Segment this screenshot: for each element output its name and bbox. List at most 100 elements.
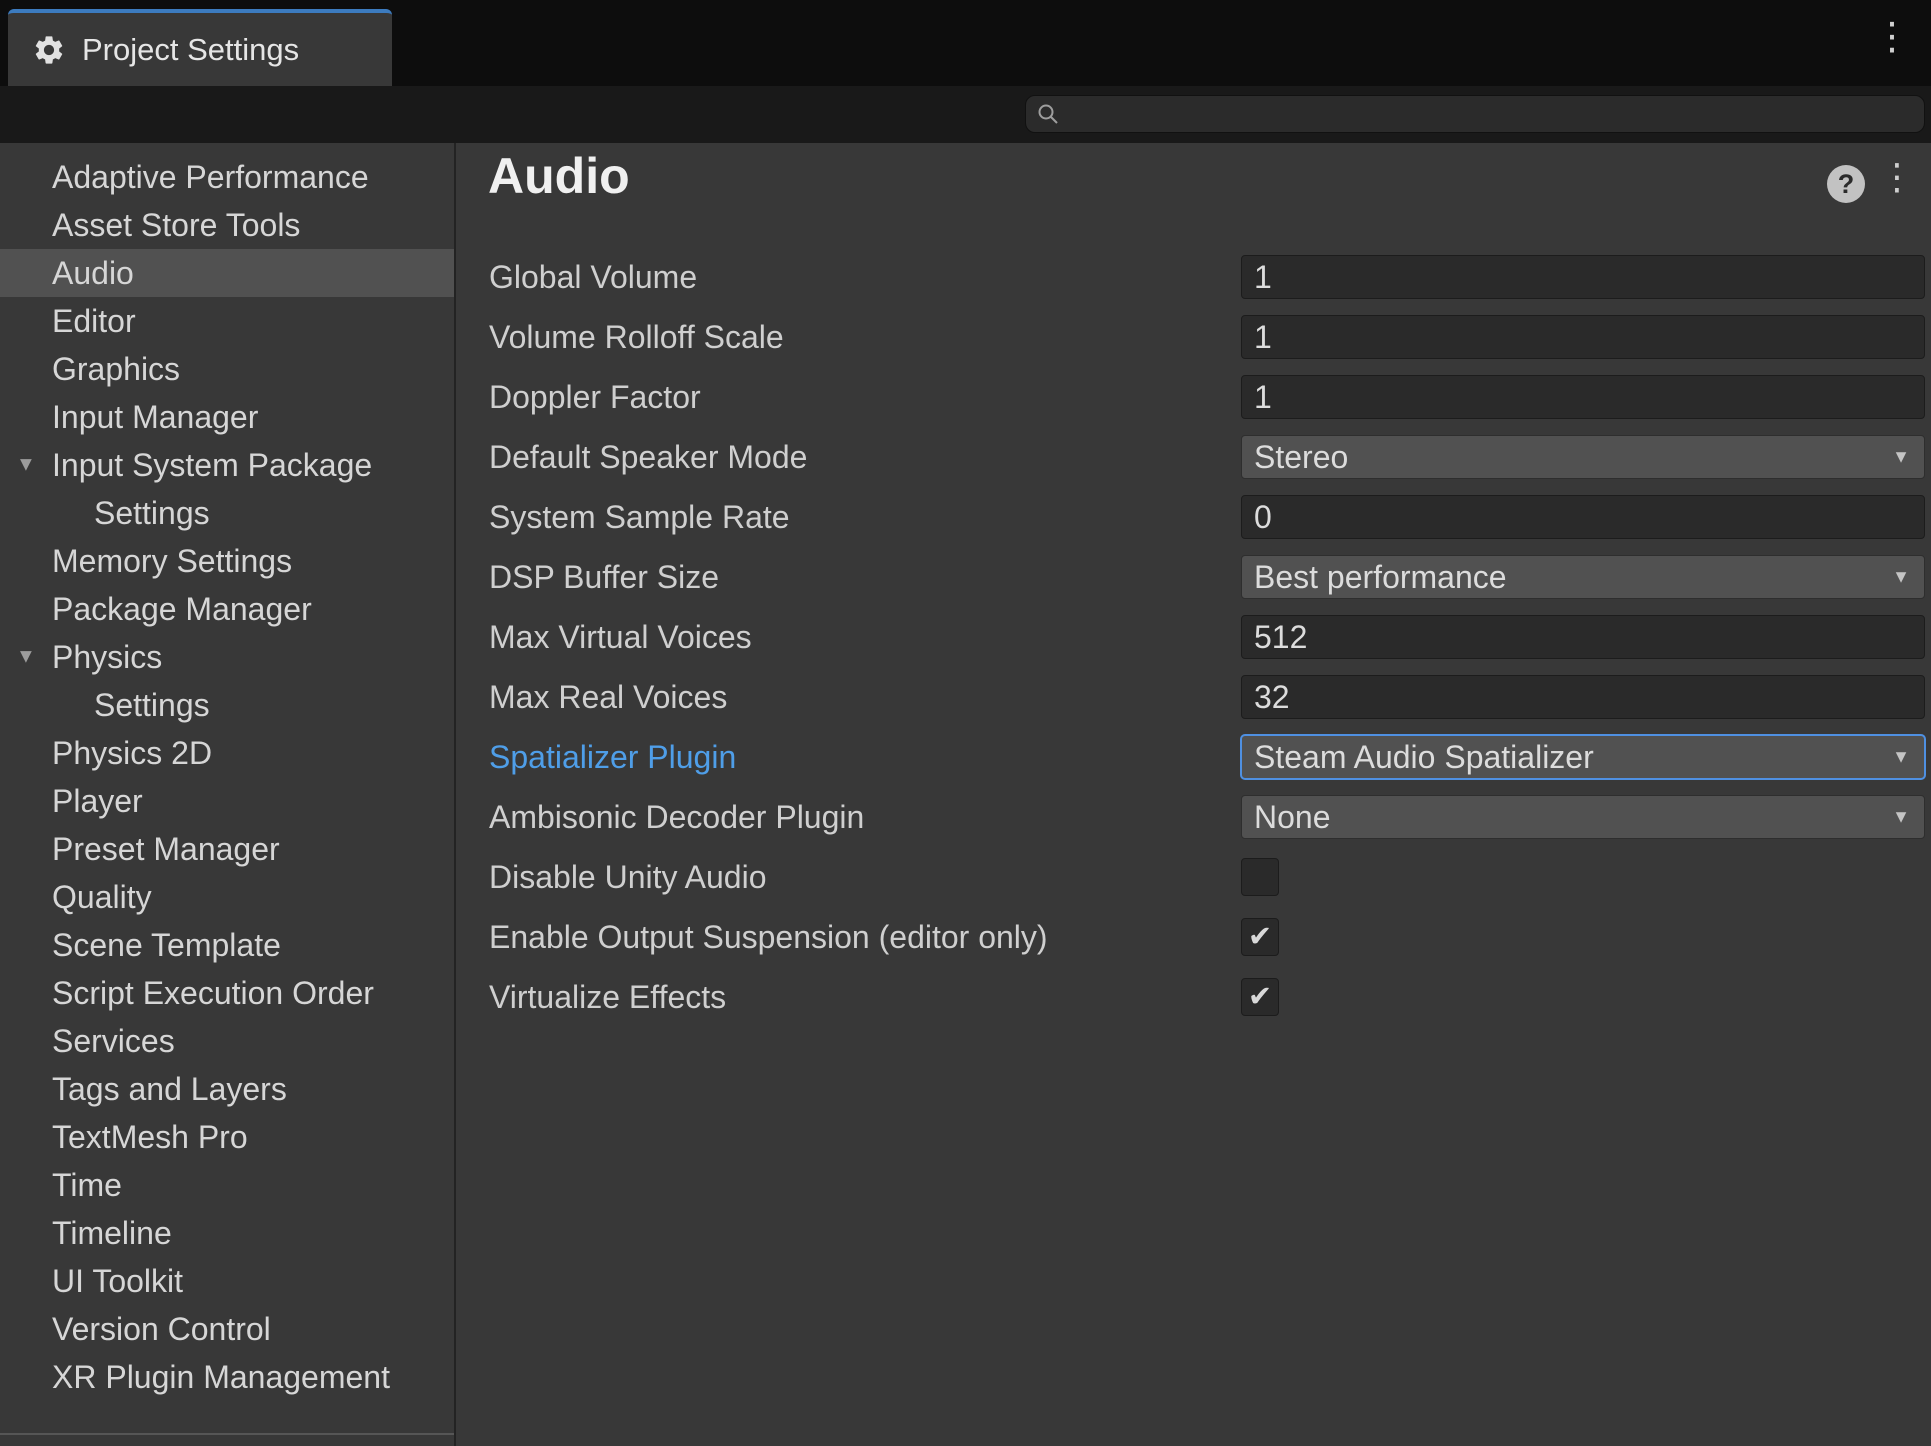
sidebar-item-package-manager[interactable]: Package Manager [0, 585, 454, 633]
sidebar-item-label: Tags and Layers [52, 1071, 287, 1108]
foldout-triangle-icon[interactable]: ▼ [16, 646, 36, 669]
sidebar-item-xr-plugin-management[interactable]: XR Plugin Management [0, 1353, 454, 1401]
sidebar-item-settings[interactable]: Settings [0, 489, 454, 537]
setting-label: Max Virtual Voices [489, 619, 1241, 656]
settings-sidebar: Adaptive Performance Asset Store Tools Aud… [0, 143, 456, 1446]
settings-row-system-sample-rate: System Sample Rate0 [489, 487, 1925, 547]
sidebar-item-label: Audio [52, 255, 134, 292]
sidebar-item-preset-manager[interactable]: Preset Manager [0, 825, 454, 873]
setting-label: Max Real Voices [489, 679, 1241, 716]
settings-form: Global Volume1Volume Rolloff Scale1Doppl… [489, 247, 1925, 1027]
sidebar-item-label: Input Manager [52, 399, 258, 436]
sidebar-item-label: Asset Store Tools [52, 207, 300, 244]
sidebar-bottom-divider [0, 1433, 454, 1435]
chevron-down-icon: ▼ [1892, 567, 1910, 588]
setting-dropdown-dsp-buffer-size[interactable]: Best performance ▼ [1241, 555, 1925, 599]
setting-input-max-virtual-voices[interactable]: 512 [1241, 615, 1925, 659]
sidebar-item-audio[interactable]: Audio [0, 249, 454, 297]
dropdown-value: Stereo [1254, 439, 1348, 476]
settings-row-doppler-factor: Doppler Factor1 [489, 367, 1925, 427]
sidebar-item-settings[interactable]: Settings [0, 681, 454, 729]
setting-dropdown-spatializer-plugin[interactable]: Steam Audio Spatializer▼ [1241, 735, 1925, 779]
setting-input-global-volume[interactable]: 1 [1241, 255, 1925, 299]
sidebar-item-services[interactable]: Services [0, 1017, 454, 1065]
setting-checkbox-virtualize-effects[interactable]: ✔ [1241, 978, 1279, 1016]
sidebar-list: Adaptive Performance Asset Store Tools Aud… [0, 143, 454, 1401]
tab-project-settings[interactable]: Project Settings [8, 9, 392, 86]
settings-row-disable-unity-audio: Disable Unity Audio [489, 847, 1925, 907]
sidebar-item-label: Physics [52, 639, 162, 676]
search-toolbar [0, 86, 1931, 143]
settings-row-spatializer-plugin: Spatializer PluginSteam Audio Spatialize… [489, 727, 1925, 787]
sidebar-item-label: Script Execution Order [52, 975, 374, 1012]
setting-dropdown-ambisonic-decoder-plugin[interactable]: None ▼ [1241, 795, 1925, 839]
sidebar-item-timeline[interactable]: Timeline [0, 1209, 454, 1257]
checkmark-icon: ✔ [1248, 923, 1272, 952]
sidebar-item-label: Preset Manager [52, 831, 280, 868]
dropdown-value: None [1254, 799, 1331, 836]
sidebar-item-scene-template[interactable]: Scene Template [0, 921, 454, 969]
sidebar-item-ui-toolkit[interactable]: UI Toolkit [0, 1257, 454, 1305]
sidebar-item-textmesh-pro[interactable]: TextMesh Pro [0, 1113, 454, 1161]
sidebar-item-time[interactable]: Time [0, 1161, 454, 1209]
input-value: 32 [1254, 679, 1290, 716]
setting-input-max-real-voices[interactable]: 32 [1241, 675, 1925, 719]
content-area: Adaptive Performance Asset Store Tools Aud… [0, 143, 1931, 1446]
input-value: 1 [1254, 379, 1272, 416]
sidebar-item-label: Settings [94, 687, 210, 724]
settings-row-max-real-voices: Max Real Voices 32 [489, 667, 1925, 727]
sidebar-item-physics[interactable]: ▼ Physics [0, 633, 454, 681]
audio-settings-panel: Audio ? ⋮ Global Volume1Volume Rolloff S… [458, 143, 1931, 1446]
setting-checkbox-disable-unity-audio[interactable] [1241, 858, 1279, 896]
setting-checkbox-enable-output-suspension-editor-only[interactable]: ✔ [1241, 918, 1279, 956]
sidebar-item-memory-settings[interactable]: Memory Settings [0, 537, 454, 585]
panel-menu-icon[interactable]: ⋮ [1879, 159, 1915, 195]
sidebar-item-input-manager[interactable]: Input Manager [0, 393, 454, 441]
window-menu-icon[interactable]: ⋮ [1873, 18, 1911, 56]
sidebar-item-adaptive-performance[interactable]: Adaptive Performance [0, 153, 454, 201]
checkmark-icon: ✔ [1248, 983, 1272, 1012]
sidebar-item-quality[interactable]: Quality [0, 873, 454, 921]
settings-row-enable-output-suspension-editor-only: Enable Output Suspension (editor only)✔ [489, 907, 1925, 967]
sidebar-item-player[interactable]: Player [0, 777, 454, 825]
sidebar-item-version-control[interactable]: Version Control [0, 1305, 454, 1353]
setting-input-system-sample-rate[interactable]: 0 [1241, 495, 1925, 539]
sidebar-item-label: Adaptive Performance [52, 159, 369, 196]
sidebar-item-script-execution-order[interactable]: Script Execution Order [0, 969, 454, 1017]
sidebar-item-physics-2d[interactable]: Physics 2D [0, 729, 454, 777]
sidebar-item-editor[interactable]: Editor [0, 297, 454, 345]
setting-input-volume-rolloff-scale[interactable]: 1 [1241, 315, 1925, 359]
sidebar-item-tags-and-layers[interactable]: Tags and Layers [0, 1065, 454, 1113]
setting-label: Volume Rolloff Scale [489, 319, 1241, 356]
dropdown-value: Best performance [1254, 559, 1507, 596]
chevron-down-icon: ▼ [1892, 747, 1910, 768]
gear-icon [32, 33, 66, 67]
sidebar-item-label: Input System Package [52, 447, 372, 484]
sidebar-item-input-system-package[interactable]: ▼ Input System Package [0, 441, 454, 489]
settings-row-volume-rolloff-scale: Volume Rolloff Scale 1 [489, 307, 1925, 367]
settings-row-default-speaker-mode: Default Speaker ModeStereo▼ [489, 427, 1925, 487]
input-value: 0 [1254, 499, 1272, 536]
setting-label: DSP Buffer Size [489, 559, 1241, 596]
sidebar-item-graphics[interactable]: Graphics [0, 345, 454, 393]
sidebar-item-label: XR Plugin Management [52, 1359, 390, 1396]
tab-label: Project Settings [82, 32, 299, 68]
setting-dropdown-default-speaker-mode[interactable]: Stereo▼ [1241, 435, 1925, 479]
sidebar-item-label: Memory Settings [52, 543, 292, 580]
input-value: 1 [1254, 259, 1272, 296]
setting-label: Spatializer Plugin [489, 739, 1241, 776]
foldout-triangle-icon[interactable]: ▼ [16, 454, 36, 477]
search-input[interactable] [1025, 95, 1925, 133]
sidebar-item-label: Scene Template [52, 927, 281, 964]
setting-input-doppler-factor[interactable]: 1 [1241, 375, 1925, 419]
sidebar-item-asset-store-tools[interactable]: Asset Store Tools [0, 201, 454, 249]
input-value: 1 [1254, 319, 1272, 356]
page-title: Audio [488, 147, 630, 205]
setting-label: Disable Unity Audio [489, 859, 1241, 896]
help-icon[interactable]: ? [1827, 165, 1865, 203]
sidebar-item-label: Timeline [52, 1215, 172, 1252]
input-value: 512 [1254, 619, 1307, 656]
sidebar-item-label: Quality [52, 879, 152, 916]
chevron-down-icon: ▼ [1892, 807, 1910, 828]
settings-row-max-virtual-voices: Max Virtual Voices 512 [489, 607, 1925, 667]
